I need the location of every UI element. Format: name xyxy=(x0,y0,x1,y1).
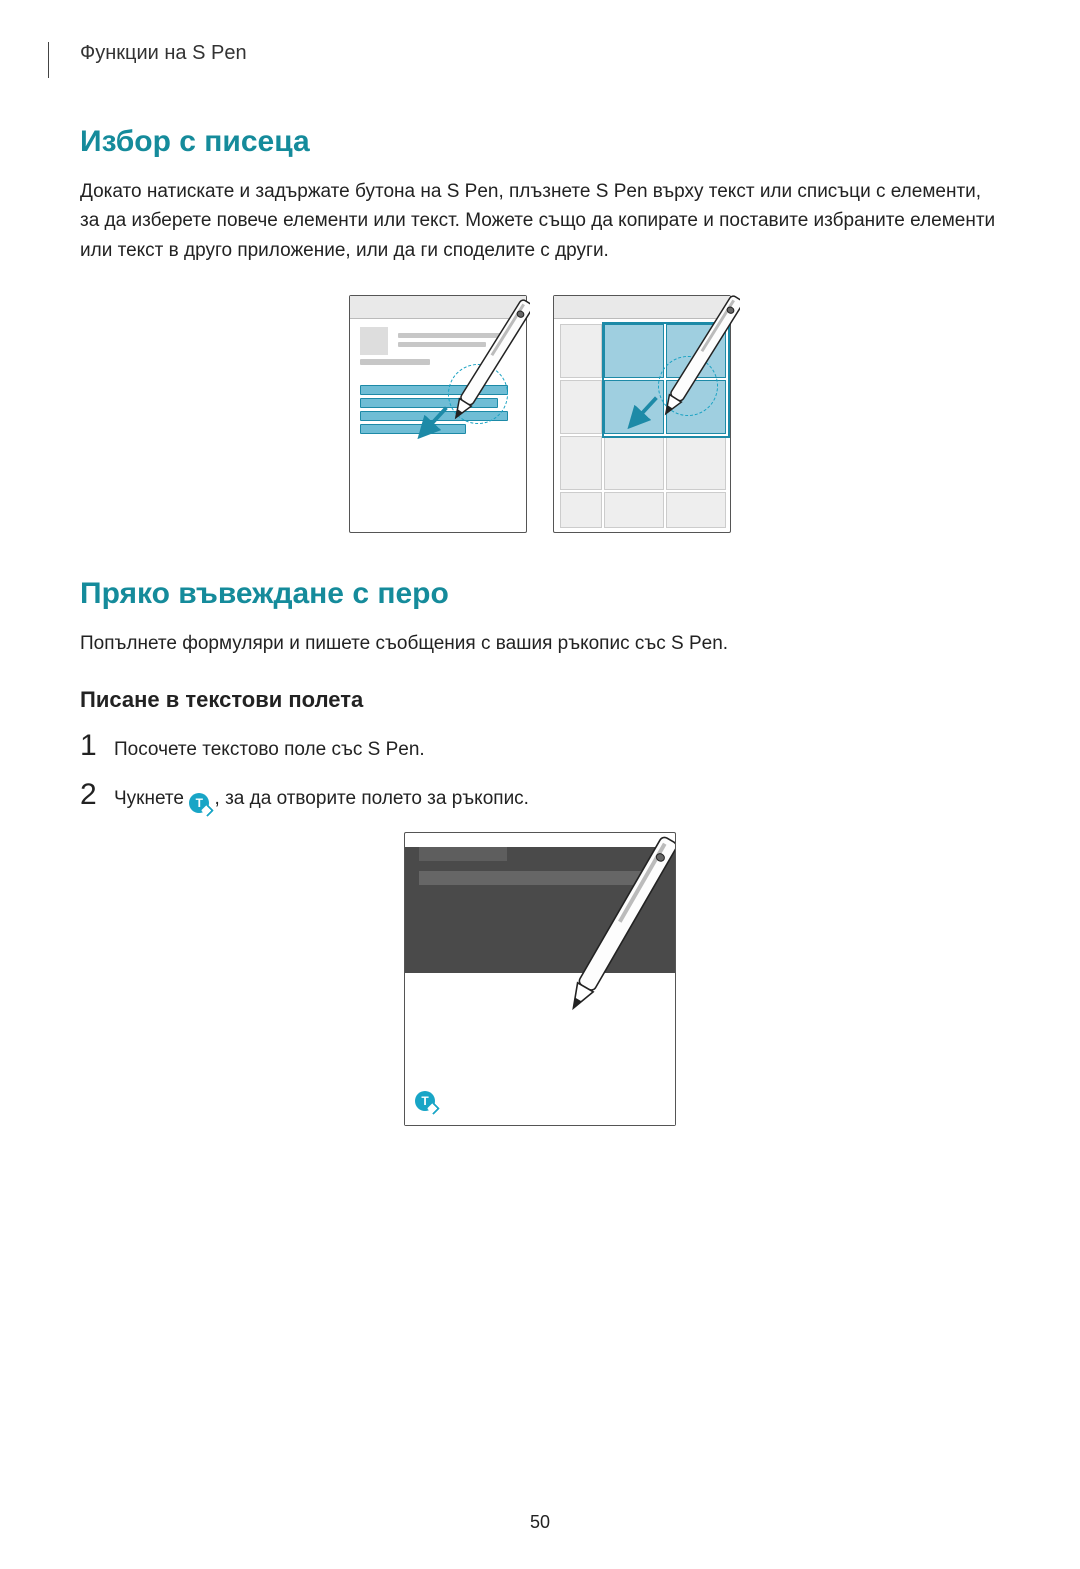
spen-icon xyxy=(440,286,530,456)
step-text: Чукнете T , за да отворите полето за рък… xyxy=(114,785,529,814)
step-number: 1 xyxy=(80,729,100,763)
step-2: 2 Чукнете T , за да отворите полето за р… xyxy=(80,778,1000,814)
step-1: 1 Посочете текстово поле със S Pen. xyxy=(80,729,1000,765)
subsection-write-in-text-fields: Писане в текстови полета xyxy=(80,687,1000,713)
figure-handwriting-field: T xyxy=(404,832,676,1126)
handwriting-t-icon: T xyxy=(189,793,209,813)
steps-list: 1 Посочете текстово поле със S Pen. 2 Чу… xyxy=(80,729,1000,814)
section2-intro: Попълнете формуляри и пишете съобщения с… xyxy=(80,629,1000,658)
placeholder-bar xyxy=(419,847,507,861)
figure-select-text xyxy=(349,295,527,533)
figure-row-1 xyxy=(80,295,1000,533)
section-title-select-with-pen: Избор с писеца xyxy=(80,125,1000,159)
page-number: 50 xyxy=(0,1512,1080,1533)
handwriting-t-icon: T xyxy=(415,1091,435,1111)
figure-select-grid xyxy=(553,295,731,533)
step2-after: , за да отворите полето за ръкопис. xyxy=(215,788,529,809)
spen-icon xyxy=(650,282,740,452)
running-head: Функции на S Pen xyxy=(80,42,1000,65)
margin-rule xyxy=(48,42,49,78)
section-title-direct-pen-input: Пряко въвеждане с перо xyxy=(80,577,1000,611)
section1-body: Докато натискате и задържате бутона на S… xyxy=(80,177,1000,265)
list-thumbnail xyxy=(360,327,388,355)
spen-icon xyxy=(555,819,675,1049)
step2-before: Чукнете xyxy=(114,788,189,809)
step-number: 2 xyxy=(80,778,100,812)
step-text: Посочете текстово поле със S Pen. xyxy=(114,736,425,765)
